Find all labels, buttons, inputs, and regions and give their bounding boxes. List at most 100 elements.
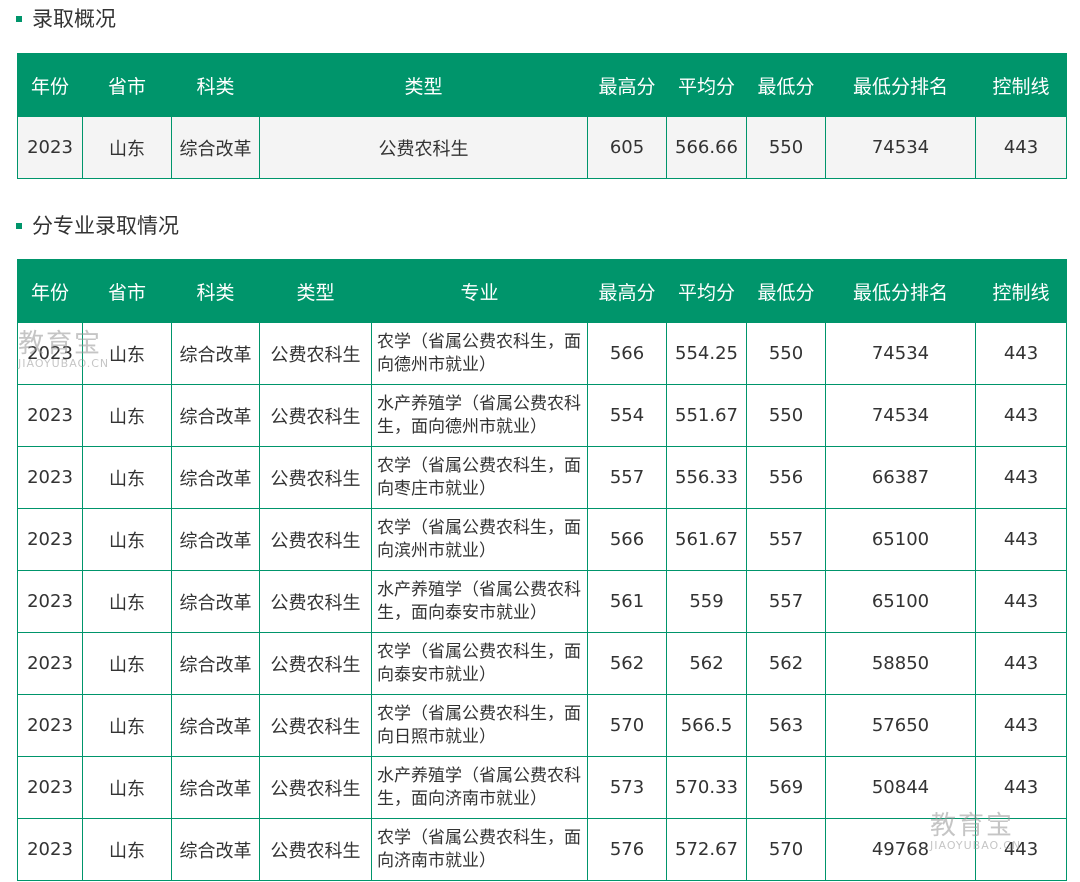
- cell-province: 山东: [82, 116, 172, 179]
- cell-min-rank: 74534: [825, 384, 976, 447]
- cell-avg-score: 566.5: [666, 694, 747, 757]
- header-major: 专业: [371, 259, 588, 323]
- section-title-admission-overview: 录取概况: [16, 4, 116, 34]
- header-min-score: 最低分: [746, 259, 826, 323]
- cell-min-rank: 57650: [825, 694, 976, 757]
- section-title-text: 分专业录取情况: [32, 214, 179, 238]
- cell-year: 2023: [17, 632, 83, 695]
- table-row: 2023 山东 综合改革 公费农科生 农学（省属公费农科生，面向泰安市就业） 562 562…: [17, 632, 1067, 695]
- cell-province: 山东: [82, 384, 172, 447]
- cell-type: 公费农科生: [259, 694, 372, 757]
- cell-avg-score: 562: [666, 632, 747, 695]
- cell-min-score: 550: [746, 322, 826, 385]
- header-control-line: 控制线: [975, 53, 1067, 117]
- header-province: 省市: [82, 53, 172, 117]
- table-row: 2023 山东 综合改革 公费农科生 农学（省属公费农科生，面向德州市就业） 566 554…: [17, 322, 1067, 385]
- cell-subject: 综合改革: [171, 570, 260, 633]
- cell-year: 2023: [17, 570, 83, 633]
- header-max-score: 最高分: [587, 53, 667, 117]
- cell-min-score: 557: [746, 570, 826, 633]
- cell-control-line: 443: [975, 756, 1067, 819]
- header-max-score: 最高分: [587, 259, 667, 323]
- cell-province: 山东: [82, 570, 172, 633]
- cell-province: 山东: [82, 446, 172, 509]
- header-min-rank: 最低分排名: [825, 259, 976, 323]
- table-row: 2023 山东 综合改革 公费农科生 农学（省属公费农科生，面向枣庄市就业） 557 556…: [17, 446, 1067, 509]
- cell-major: 水产养殖学（省属公费农科生，面向济南市就业）: [371, 756, 588, 819]
- cell-avg-score: 566.66: [666, 116, 747, 179]
- cell-max-score: 557: [587, 446, 667, 509]
- cell-max-score: 562: [587, 632, 667, 695]
- cell-subject: 综合改革: [171, 632, 260, 695]
- cell-subject: 综合改革: [171, 818, 260, 881]
- cell-province: 山东: [82, 508, 172, 571]
- cell-year: 2023: [17, 694, 83, 757]
- cell-province: 山东: [82, 818, 172, 881]
- cell-type: 公费农科生: [259, 508, 372, 571]
- cell-province: 山东: [82, 322, 172, 385]
- cell-type: 公费农科生: [259, 756, 372, 819]
- header-year: 年份: [17, 53, 83, 117]
- header-type: 类型: [259, 53, 588, 117]
- cell-min-score: 562: [746, 632, 826, 695]
- cell-major: 农学（省属公费农科生，面向滨州市就业）: [371, 508, 588, 571]
- cell-type: 公费农科生: [259, 632, 372, 695]
- cell-subject: 综合改革: [171, 446, 260, 509]
- header-subject: 科类: [171, 53, 260, 117]
- cell-year: 2023: [17, 818, 83, 881]
- cell-type: 公费农科生: [259, 322, 372, 385]
- cell-min-rank: 50844: [825, 756, 976, 819]
- cell-year: 2023: [17, 384, 83, 447]
- cell-avg-score: 559: [666, 570, 747, 633]
- section-title-admission-by-major: 分专业录取情况: [16, 211, 179, 241]
- cell-min-score: 569: [746, 756, 826, 819]
- cell-avg-score: 570.33: [666, 756, 747, 819]
- header-min-rank: 最低分排名: [825, 53, 976, 117]
- cell-avg-score: 551.67: [666, 384, 747, 447]
- section-marker: [16, 16, 22, 22]
- header-year: 年份: [17, 259, 83, 323]
- cell-major: 农学（省属公费农科生，面向枣庄市就业）: [371, 446, 588, 509]
- table-row: 2023 山东 综合改革 公费农科生 水产养殖学（省属公费农科生，面向泰安市就业） 561…: [17, 570, 1067, 633]
- table-row: 2023 山东 综合改革 公费农科生 农学（省属公费农科生，面向滨州市就业） 566 561…: [17, 508, 1067, 571]
- cell-major: 农学（省属公费农科生，面向日照市就业）: [371, 694, 588, 757]
- header-min-score: 最低分: [746, 53, 826, 117]
- cell-min-rank: 74534: [825, 322, 976, 385]
- cell-avg-score: 561.67: [666, 508, 747, 571]
- cell-type: 公费农科生: [259, 818, 372, 881]
- cell-province: 山东: [82, 632, 172, 695]
- cell-max-score: 561: [587, 570, 667, 633]
- cell-control-line: 443: [975, 632, 1067, 695]
- cell-subject: 综合改革: [171, 384, 260, 447]
- cell-min-rank: 66387: [825, 446, 976, 509]
- cell-control-line: 443: [975, 508, 1067, 571]
- cell-subject: 综合改革: [171, 508, 260, 571]
- header-control-line: 控制线: [975, 259, 1067, 323]
- header-type: 类型: [259, 259, 372, 323]
- cell-avg-score: 554.25: [666, 322, 747, 385]
- table-header-row: 年份 省市 科类 类型 专业 最高分 平均分 最低分 最低分排名 控制线: [17, 259, 1067, 323]
- table-row: 2023 山东 综合改革 公费农科生 水产养殖学（省属公费农科生，面向济南市就业） 573…: [17, 756, 1067, 819]
- table-header-row: 年份 省市 科类 类型 最高分 平均分 最低分 最低分排名 控制线: [17, 53, 1067, 117]
- table-row: 2023 山东 综合改革 公费农科生 605 566.66 550 74534 443: [17, 116, 1067, 179]
- header-avg-score: 平均分: [666, 53, 747, 117]
- cell-min-rank: 74534: [825, 116, 976, 179]
- cell-control-line: 443: [975, 116, 1067, 179]
- cell-type: 公费农科生: [259, 570, 372, 633]
- cell-min-score: 556: [746, 446, 826, 509]
- cell-min-score: 563: [746, 694, 826, 757]
- cell-min-score: 557: [746, 508, 826, 571]
- cell-province: 山东: [82, 756, 172, 819]
- cell-max-score: 554: [587, 384, 667, 447]
- cell-max-score: 566: [587, 322, 667, 385]
- cell-max-score: 566: [587, 508, 667, 571]
- cell-control-line: 443: [975, 694, 1067, 757]
- header-province: 省市: [82, 259, 172, 323]
- cell-subject: 综合改革: [171, 322, 260, 385]
- cell-avg-score: 572.67: [666, 818, 747, 881]
- cell-control-line: 443: [975, 322, 1067, 385]
- cell-year: 2023: [17, 116, 83, 179]
- header-subject: 科类: [171, 259, 260, 323]
- cell-min-rank: 65100: [825, 570, 976, 633]
- cell-max-score: 573: [587, 756, 667, 819]
